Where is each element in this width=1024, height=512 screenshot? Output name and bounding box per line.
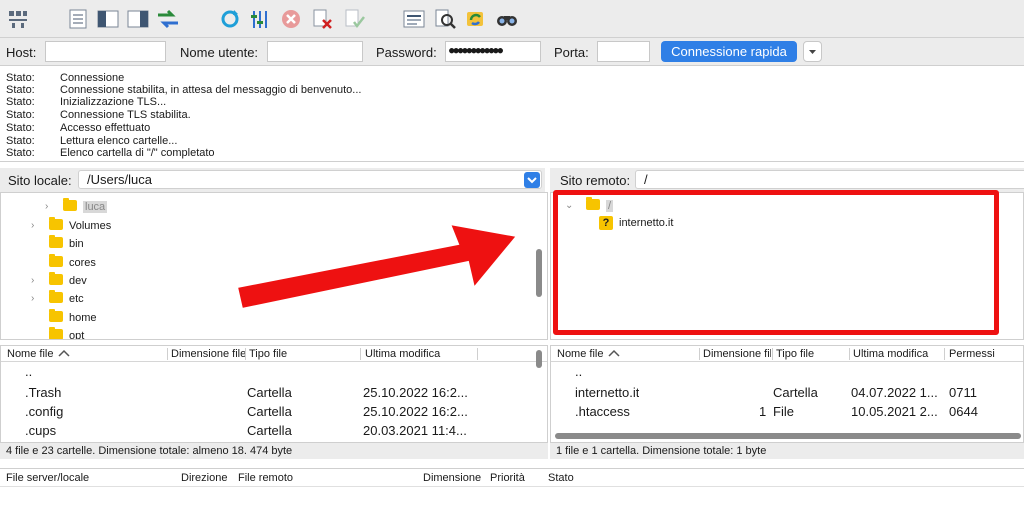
annotation-arrow — [235, 222, 519, 311]
